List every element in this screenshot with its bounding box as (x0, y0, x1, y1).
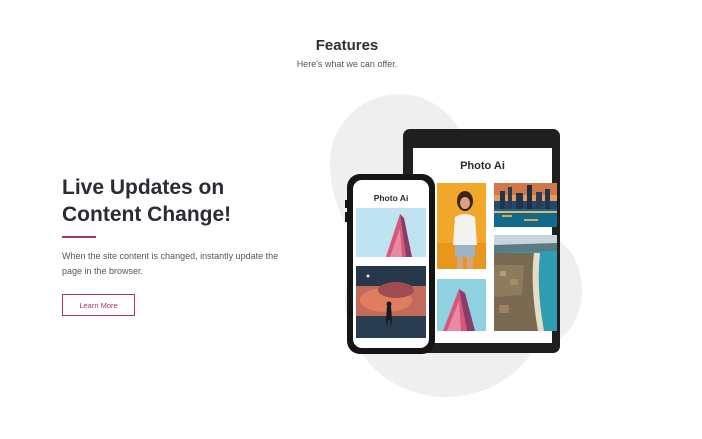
feature-divider (62, 236, 96, 238)
section-subtitle: Here's what we can offer. (296, 59, 398, 69)
learn-more-button[interactable]: Learn More (62, 294, 135, 316)
phone-screen: Photo Ai (353, 180, 429, 348)
phone-side-button (345, 200, 347, 208)
photo-city-night (494, 183, 557, 227)
feature-heading-line-1: Live Updates on (62, 176, 225, 199)
photo-woman-yellow (437, 183, 486, 269)
photo-architecture (437, 279, 486, 331)
phone-mockup: Photo Ai (345, 174, 435, 354)
phone-side-button (345, 212, 347, 222)
photo-coastline-aerial (494, 235, 557, 331)
section-title: Features (315, 37, 379, 54)
phone-app-title: Photo Ai (373, 193, 409, 203)
tablet-app-title: Photo Ai (460, 160, 505, 172)
feature-heading: Live Updates on Content Change! (62, 174, 302, 228)
photo-tower-sky (356, 208, 426, 257)
feature-heading-line-2: Content Change! (62, 203, 232, 226)
feature-description: When the site content is changed, instan… (62, 251, 279, 276)
photo-silhouette-sunset (356, 266, 426, 338)
